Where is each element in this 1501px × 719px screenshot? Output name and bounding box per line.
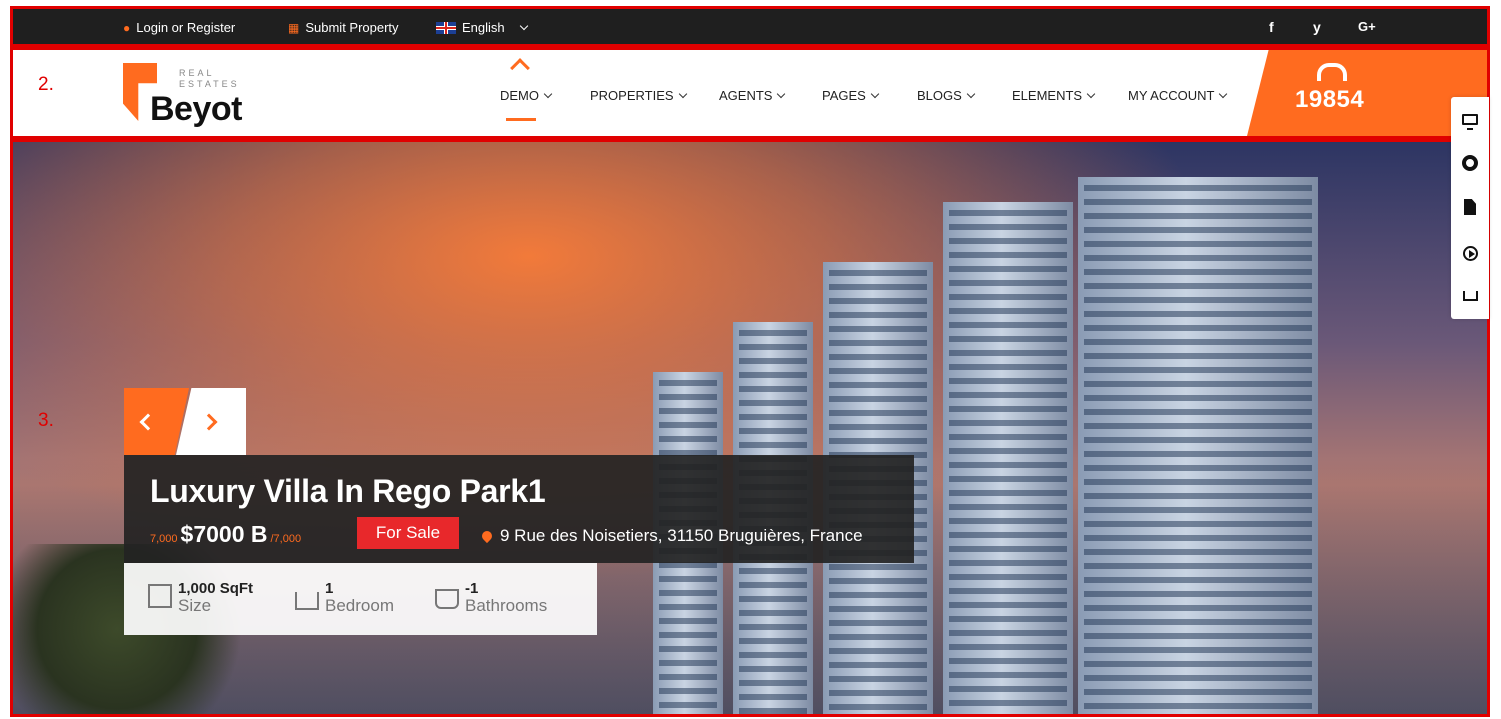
building-icon: ▦ [288,20,300,35]
monitor-icon[interactable] [1460,109,1480,130]
twitter-icon[interactable]: y [1313,19,1321,35]
nav-item-label: PAGES [822,88,866,103]
listing-specs: 1,000 SqFt Size 1 Bedroom -1 Bathrooms [124,563,597,635]
chevron-down-icon [543,89,553,98]
nav-item-label: DEMO [500,88,539,103]
spec-value: 1 [325,580,334,597]
map-pin-icon [479,528,495,544]
address-text: 9 Rue des Noisetiers, 31150 Bruguières, … [500,526,863,545]
status-badge: For Sale [357,517,459,549]
chevron-down-icon [966,89,976,98]
chevron-left-icon [139,413,157,430]
listing-address: 9 Rue des Noisetiers, 31150 Bruguières, … [479,526,863,546]
user-icon: ● [123,20,131,35]
price-value: $7000 B [180,521,268,547]
hero-slider: 3. Luxury Villa In Rego Park1 7,000 $700… [10,139,1490,717]
chevron-down-icon [519,21,528,30]
bed-icon [295,592,319,610]
google-plus-icon[interactable]: G+ [1358,19,1376,34]
nav-item-agents[interactable]: AGENTS [719,88,786,103]
phone-number: 19854 [1295,86,1365,113]
chevron-up-icon [510,58,530,78]
side-toolbar [1451,97,1489,319]
spec-bathrooms: -1 Bathrooms [435,580,547,614]
active-nav-indicator [506,118,536,121]
chevron-down-icon [1086,89,1096,98]
logo-tagline: REAL ESTATES [179,68,240,89]
play-icon[interactable] [1460,243,1480,263]
site-header: 2. REAL ESTATES Beyot DEMO PROPERTIES AG… [10,47,1490,139]
nav-item-label: MY ACCOUNT [1128,88,1215,103]
submit-property-label: Submit Property [305,20,399,35]
nav-item-pages[interactable]: PAGES [822,88,880,103]
login-register-label: Login or Register [136,20,236,35]
annotation-label-header: 2. [38,74,54,95]
spec-size: 1,000 SqFt Size [148,580,253,614]
floorplan-icon [148,584,172,608]
annotation-label-hero: 3. [38,410,54,431]
chevron-down-icon [678,89,687,98]
building-image [943,202,1073,714]
chevron-down-icon [1219,89,1228,98]
spec-bedroom: 1 Bedroom [295,580,394,614]
building-image [1078,177,1318,714]
nav-item-elements[interactable]: ELEMENTS [1012,88,1096,103]
chevron-down-icon [870,89,880,98]
spec-label: Bedroom [325,596,394,615]
language-selector[interactable]: English [436,20,528,35]
listing-info-card: Luxury Villa In Rego Park1 7,000 $7000 B… [124,455,914,563]
slider-controls [124,388,246,455]
chevron-down-icon [777,89,786,98]
nav-item-my-account[interactable]: MY ACCOUNT [1128,88,1228,103]
spec-label: Bathrooms [465,596,548,615]
facebook-icon[interactable]: f [1269,19,1274,35]
nav-item-properties[interactable]: PROPERTIES [590,88,687,103]
login-register-link[interactable]: ● Login or Register [123,20,235,35]
site-logo[interactable]: REAL ESTATES Beyot [123,60,253,128]
document-icon[interactable] [1460,197,1480,217]
listing-title[interactable]: Luxury Villa In Rego Park1 [150,473,546,510]
listing-price: 7,000 $7000 B /7,000 [150,521,301,548]
spec-value: -1 [465,580,479,597]
nav-item-label: BLOGS [917,88,962,103]
submit-property-link[interactable]: ▦ Submit Property [288,20,399,35]
spec-value: 1,000 SqFt [178,580,254,597]
nav-item-label: AGENTS [719,88,773,103]
lifering-icon[interactable] [1460,153,1480,173]
cart-icon[interactable] [1460,286,1480,306]
logo-name: Beyot [150,90,242,128]
price-prefix: 7,000 [150,533,178,545]
uk-flag-icon [436,21,456,34]
nav-item-label: PROPERTIES [590,88,674,103]
top-bar: ● Login or Register ▦ Submit Property En… [10,6,1490,47]
chevron-right-icon [200,413,218,430]
phone-icon [1317,63,1347,81]
nav-item-blogs[interactable]: BLOGS [917,88,976,103]
nav-item-label: ELEMENTS [1012,88,1083,103]
bathtub-icon [435,589,459,609]
language-label: English [462,20,505,35]
spec-label: Size [178,596,212,615]
price-suffix: /7,000 [270,533,302,545]
nav-item-demo[interactable]: DEMO [500,88,553,103]
